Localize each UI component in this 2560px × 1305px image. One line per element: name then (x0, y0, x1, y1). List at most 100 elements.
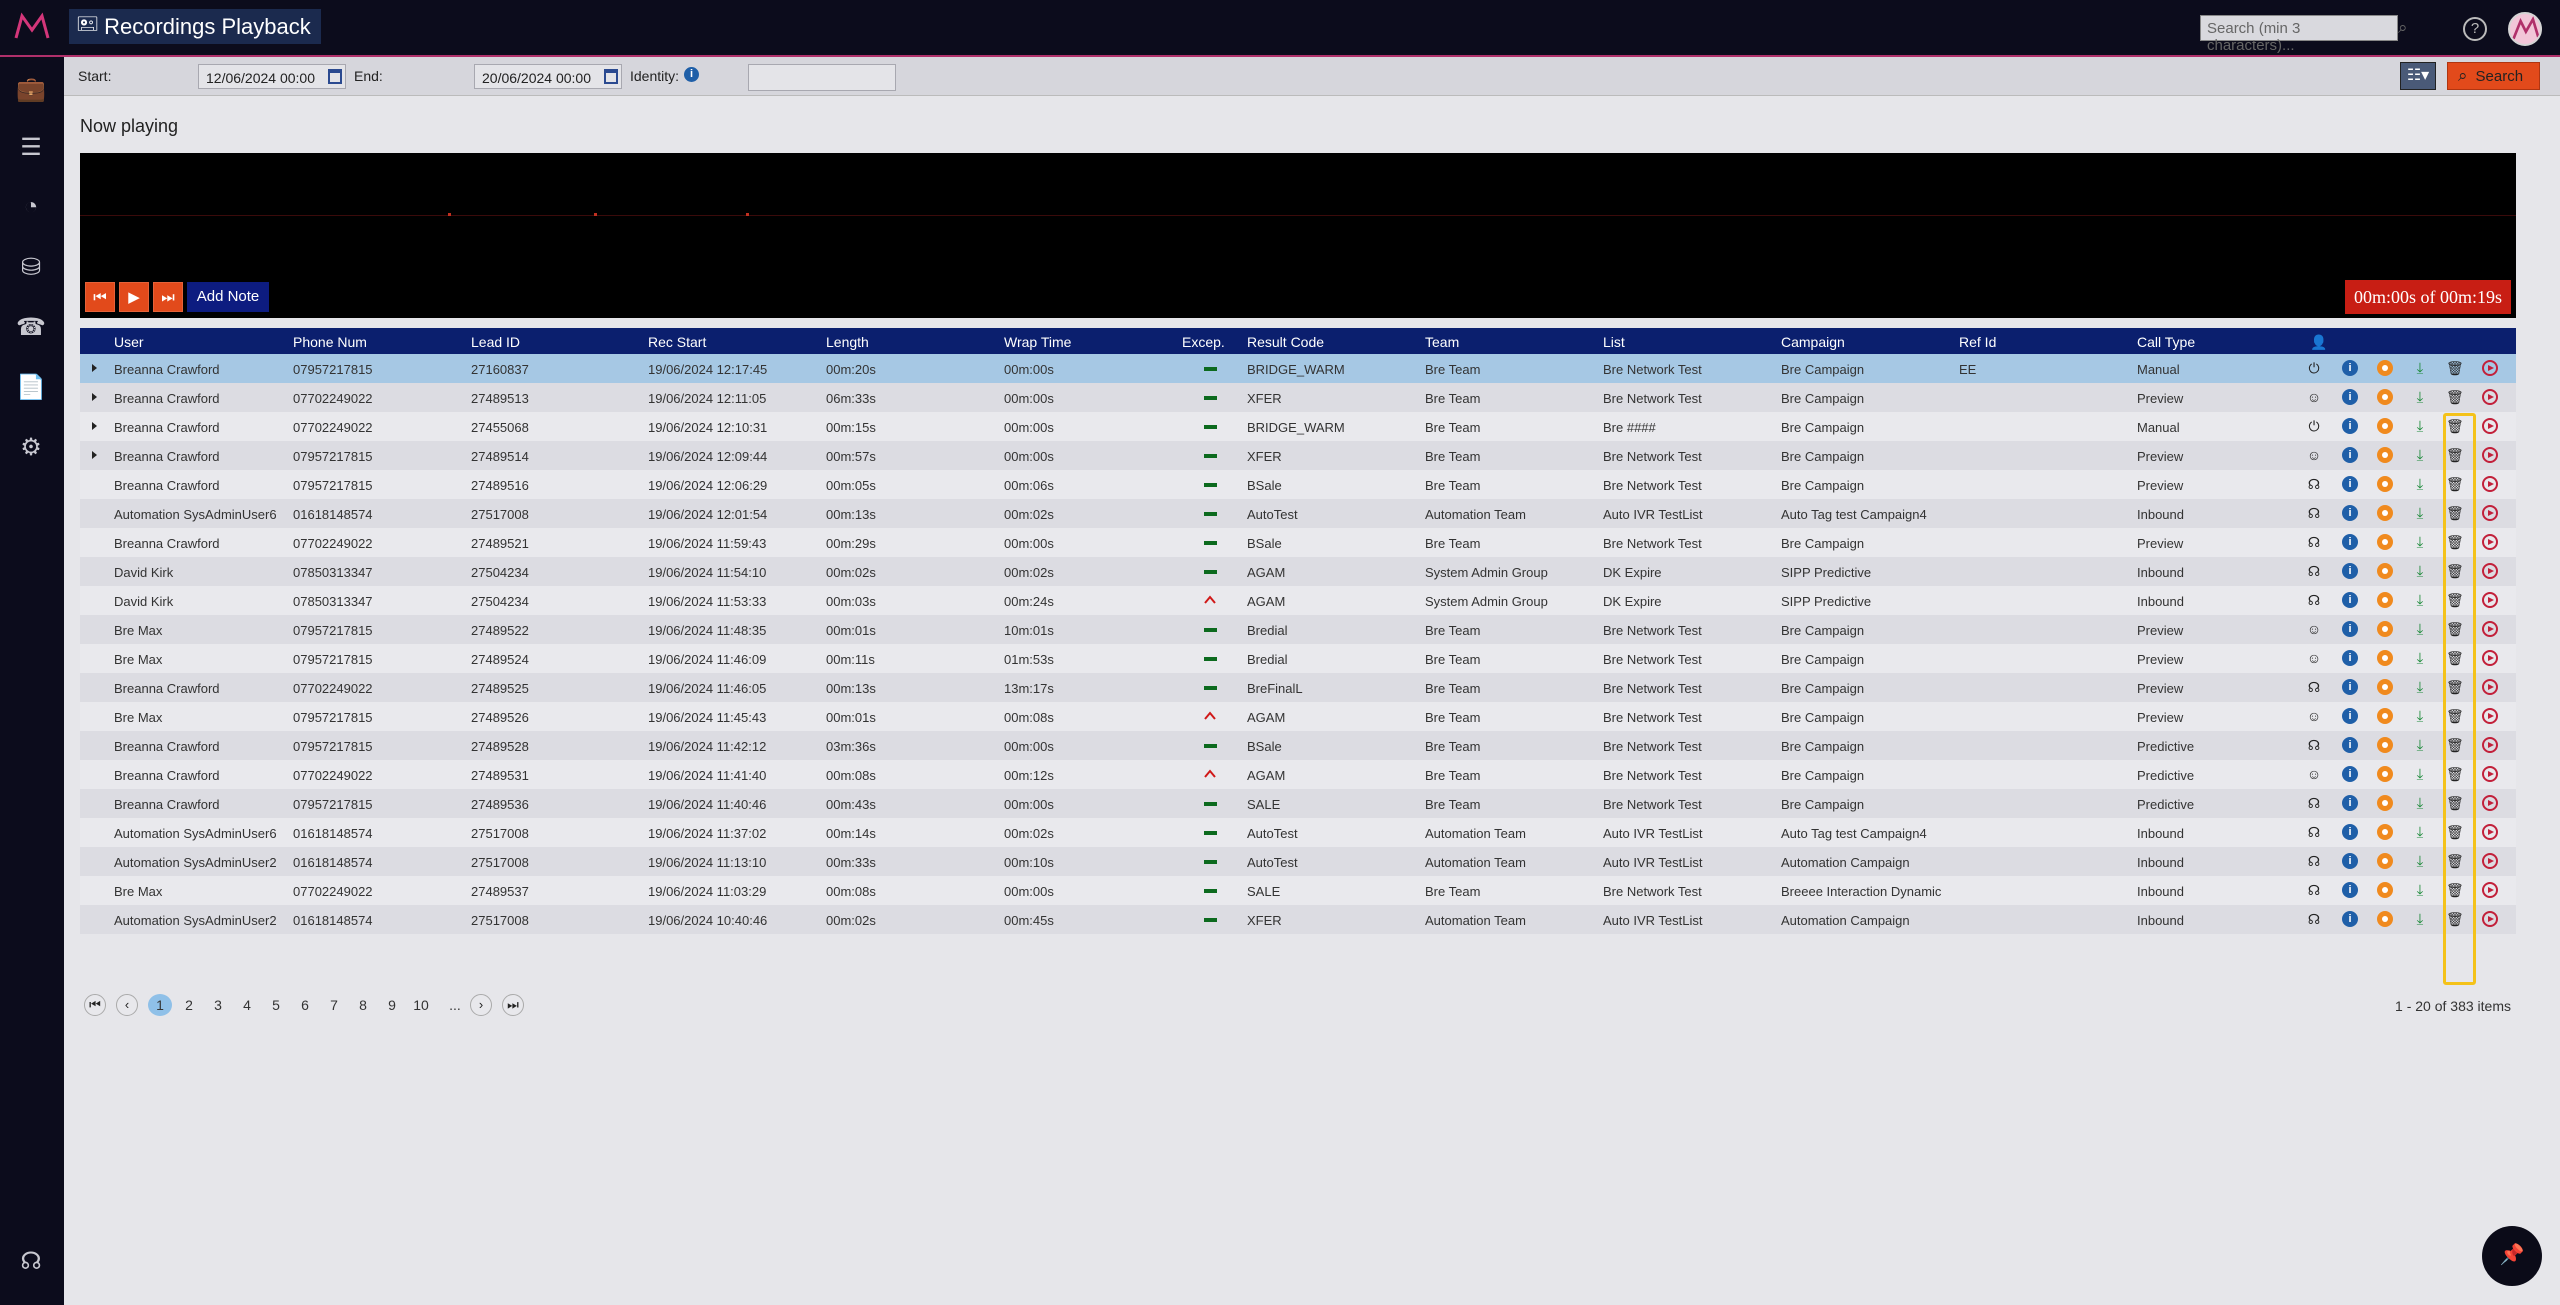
delete-icon[interactable]: 🗑 (2446, 708, 2464, 724)
play-recording-icon[interactable] (2482, 360, 2498, 376)
delete-icon[interactable]: 🗑 (2446, 534, 2464, 550)
col-lead[interactable]: Lead ID (471, 334, 520, 350)
delete-icon[interactable]: 🗑 (2446, 795, 2464, 811)
download-icon[interactable]: ⤓ (2412, 476, 2428, 493)
table-row[interactable]: Automation SysAdminUser6 01618148574 27517… (80, 499, 2516, 528)
page-number[interactable]: 8 (351, 994, 375, 1016)
search-button[interactable]: ⌕ Search (2447, 62, 2540, 90)
page-number[interactable]: 4 (235, 994, 259, 1016)
expand-row-icon[interactable] (92, 422, 97, 430)
brand-logo[interactable] (14, 12, 50, 42)
delete-icon[interactable]: 🗑 (2446, 737, 2464, 753)
play-recording-icon[interactable] (2482, 650, 2498, 666)
download-icon[interactable]: ⤓ (2412, 679, 2428, 696)
table-row[interactable]: Breanna Crawford 07702249022 27455068 19/06… (80, 412, 2516, 441)
start-date-field[interactable]: 12/06/2024 00:00 (198, 64, 346, 89)
search-icon[interactable]: ⌕ (2398, 18, 2414, 37)
delete-icon[interactable]: 🗑 (2446, 360, 2464, 376)
delete-icon[interactable]: 🗑 (2446, 505, 2464, 521)
download-icon[interactable]: ⤓ (2412, 650, 2428, 667)
table-row[interactable]: Breanna Crawford 07957217815 27489514 19/06… (80, 441, 2516, 470)
info-icon[interactable]: i (2342, 534, 2358, 550)
play-recording-icon[interactable] (2482, 708, 2498, 724)
play-recording-icon[interactable] (2482, 911, 2498, 927)
delete-icon[interactable]: 🗑 (2446, 824, 2464, 840)
tag-icon[interactable] (2377, 418, 2393, 434)
end-date-field[interactable]: 20/06/2024 00:00 (474, 64, 622, 89)
download-icon[interactable]: ⤓ (2412, 911, 2428, 928)
tag-icon[interactable] (2377, 708, 2393, 724)
calendar-icon[interactable] (328, 69, 342, 84)
play-recording-icon[interactable] (2482, 592, 2498, 608)
download-icon[interactable]: ⤓ (2412, 592, 2428, 609)
table-row[interactable]: Breanna Crawford 07702249022 27489531 19/06… (80, 760, 2516, 789)
download-icon[interactable]: ⤓ (2412, 824, 2428, 841)
download-icon[interactable]: ⤓ (2412, 795, 2428, 812)
first-page-button[interactable]: ⏮ (84, 994, 106, 1016)
info-icon[interactable]: i (2342, 418, 2358, 434)
table-row[interactable]: Bre Max 07957217815 27489522 19/06/2024 11:… (80, 615, 2516, 644)
info-icon[interactable]: i (2342, 766, 2358, 782)
skip-forward-button[interactable]: ⏭ (153, 282, 183, 312)
tag-icon[interactable] (2377, 853, 2393, 869)
info-icon[interactable]: i (2342, 360, 2358, 376)
info-icon[interactable]: i (2342, 824, 2358, 840)
play-recording-icon[interactable] (2482, 882, 2498, 898)
tag-icon[interactable] (2377, 563, 2393, 579)
page-number[interactable]: 3 (206, 994, 230, 1016)
delete-icon[interactable]: 🗑 (2446, 389, 2464, 405)
col-exception[interactable]: Excep. (1182, 334, 1225, 350)
delete-icon[interactable]: 🗑 (2446, 563, 2464, 579)
download-icon[interactable]: ⤓ (2412, 360, 2428, 377)
tag-icon[interactable] (2377, 679, 2393, 695)
tag-icon[interactable] (2377, 534, 2393, 550)
info-icon[interactable]: i (684, 67, 699, 82)
tag-icon[interactable] (2377, 360, 2393, 376)
table-row[interactable]: Bre Max 07957217815 27489524 19/06/2024 11:… (80, 644, 2516, 673)
info-icon[interactable]: i (2342, 737, 2358, 753)
tag-icon[interactable] (2377, 882, 2393, 898)
info-icon[interactable]: i (2342, 679, 2358, 695)
tag-icon[interactable] (2377, 766, 2393, 782)
download-icon[interactable]: ⤓ (2412, 418, 2428, 435)
dashboard-icon[interactable]: ◔ (16, 193, 46, 221)
info-icon[interactable]: i (2342, 447, 2358, 463)
download-icon[interactable]: ⤓ (2412, 505, 2428, 522)
global-search-input[interactable]: Search (min 3 characters)... (2200, 15, 2398, 54)
delete-icon[interactable]: 🗑 (2446, 476, 2464, 492)
col-user[interactable]: User (114, 334, 144, 350)
tag-icon[interactable] (2377, 447, 2393, 463)
col-call-type[interactable]: Call Type (2137, 334, 2195, 350)
expand-row-icon[interactable] (92, 451, 97, 459)
info-icon[interactable]: i (2342, 708, 2358, 724)
tag-icon[interactable] (2377, 592, 2393, 608)
col-length[interactable]: Length (826, 334, 869, 350)
help-icon[interactable]: ? (2463, 17, 2487, 41)
tag-icon[interactable] (2377, 737, 2393, 753)
table-row[interactable]: Breanna Crawford 07957217815 27489536 19/06… (80, 789, 2516, 818)
page-number[interactable]: 2 (177, 994, 201, 1016)
expand-row-icon[interactable] (92, 364, 97, 372)
download-icon[interactable]: ⤓ (2412, 563, 2428, 580)
page-number[interactable]: 1 (148, 994, 172, 1016)
skip-back-button[interactable]: ⏮ (85, 282, 115, 312)
download-icon[interactable]: ⤓ (2412, 447, 2428, 464)
table-row[interactable]: Automation SysAdminUser2 01618148574 27517… (80, 847, 2516, 876)
report-icon[interactable]: 📄 (16, 373, 46, 401)
tag-icon[interactable] (2377, 389, 2393, 405)
delete-icon[interactable]: 🗑 (2446, 766, 2464, 782)
table-row[interactable]: Breanna Crawford 07957217815 27160837 19/06… (80, 354, 2516, 383)
table-row[interactable]: Breanna Crawford 07702249022 27489521 19/06… (80, 528, 2516, 557)
download-icon[interactable]: ⤓ (2412, 882, 2428, 899)
table-row[interactable]: Automation SysAdminUser6 01618148574 27517… (80, 818, 2516, 847)
delete-icon[interactable]: 🗑 (2446, 853, 2464, 869)
info-icon[interactable]: i (2342, 505, 2358, 521)
calendar-icon[interactable] (604, 69, 618, 84)
tag-icon[interactable] (2377, 621, 2393, 637)
table-row[interactable]: Automation SysAdminUser2 01618148574 27517… (80, 905, 2516, 934)
col-wrap[interactable]: Wrap Time (1004, 334, 1071, 350)
delete-icon[interactable]: 🗑 (2446, 592, 2464, 608)
support-icon[interactable]: ☊ (16, 1247, 46, 1275)
play-button[interactable]: ▶ (119, 282, 149, 312)
database-icon[interactable]: ⛁ (16, 253, 46, 281)
